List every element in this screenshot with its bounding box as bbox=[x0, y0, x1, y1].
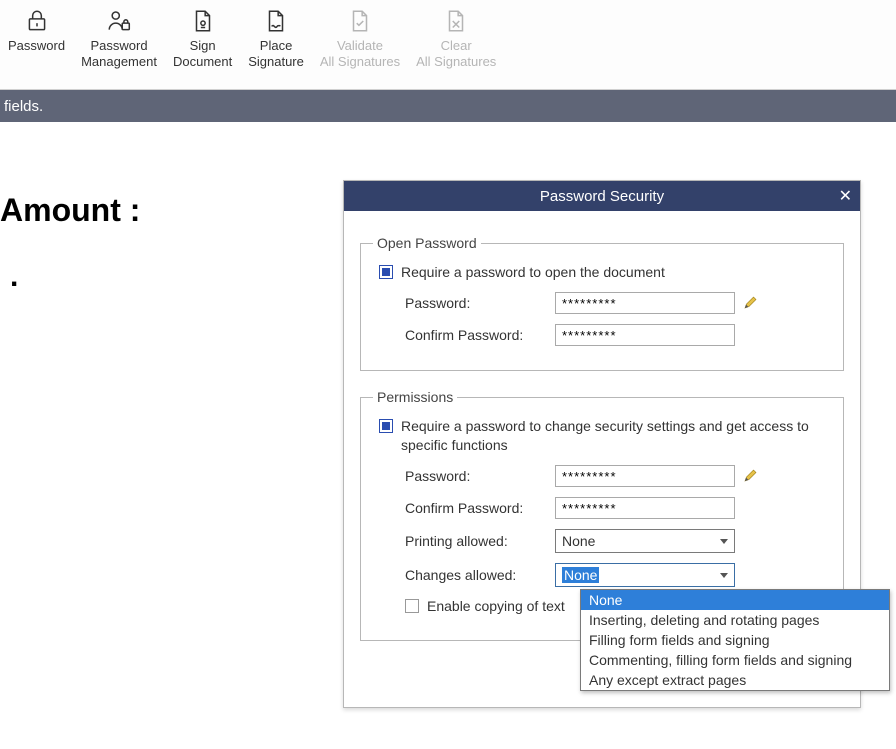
perm-confirm-row: Confirm Password: bbox=[405, 497, 831, 519]
permissions-legend: Permissions bbox=[373, 389, 457, 405]
perm-confirm-input[interactable] bbox=[555, 497, 735, 519]
lock-icon bbox=[21, 6, 53, 36]
ribbon-item-place-signature[interactable]: Place Signature bbox=[240, 6, 312, 70]
edit-pencil-icon[interactable] bbox=[743, 468, 759, 484]
require-open-password-row[interactable]: Require a password to open the document bbox=[379, 263, 831, 282]
perm-password-input[interactable] bbox=[555, 465, 735, 487]
ribbon-item-validate-all: Validate All Signatures bbox=[312, 6, 408, 70]
perm-password-row: Password: bbox=[405, 465, 831, 487]
ribbon-toolbar: Password Password Management Sign Docume… bbox=[0, 0, 896, 90]
ribbon-item-sign-document[interactable]: Sign Document bbox=[165, 6, 240, 70]
require-perm-password-label: Require a password to change security se… bbox=[401, 417, 831, 455]
open-password-group: Open Password Require a password to open… bbox=[360, 235, 844, 371]
dropdown-option[interactable]: Any except extract pages bbox=[581, 670, 889, 690]
dropdown-option[interactable]: Inserting, deleting and rotating pages bbox=[581, 610, 889, 630]
open-password-label: Password: bbox=[405, 295, 555, 311]
ribbon-item-password-management[interactable]: Password Management bbox=[73, 6, 165, 70]
info-bar: fields. bbox=[0, 90, 896, 122]
info-bar-text: fields. bbox=[4, 98, 43, 115]
ribbon-label: Clear All Signatures bbox=[416, 38, 496, 70]
open-password-row: Password: bbox=[405, 292, 831, 314]
perm-confirm-label: Confirm Password: bbox=[405, 500, 555, 516]
changes-allowed-label: Changes allowed: bbox=[405, 567, 555, 583]
open-confirm-label: Confirm Password: bbox=[405, 327, 555, 343]
dropdown-option[interactable]: Commenting, filling form fields and sign… bbox=[581, 650, 889, 670]
amount-label: Amount : bbox=[0, 192, 140, 229]
open-password-input[interactable] bbox=[555, 292, 735, 314]
doc-sig-icon bbox=[260, 6, 292, 36]
close-icon[interactable]: ✕ bbox=[839, 186, 852, 206]
chevron-down-icon bbox=[720, 539, 728, 544]
ribbon-label: Place Signature bbox=[248, 38, 304, 70]
ribbon-label: Validate All Signatures bbox=[320, 38, 400, 70]
checkbox-icon[interactable] bbox=[379, 419, 393, 433]
doc-clear-icon bbox=[440, 6, 472, 36]
changes-allowed-dropdown[interactable]: None Inserting, deleting and rotating pa… bbox=[580, 589, 890, 691]
doc-pen-icon bbox=[187, 6, 219, 36]
chevron-down-icon bbox=[720, 573, 728, 578]
open-password-legend: Open Password bbox=[373, 235, 481, 251]
changes-allowed-select[interactable]: None bbox=[555, 563, 735, 587]
printing-allowed-select[interactable]: None bbox=[555, 529, 735, 553]
bullet-mark: . bbox=[10, 260, 18, 294]
person-lock-icon bbox=[103, 6, 135, 36]
dropdown-option[interactable]: None bbox=[581, 590, 889, 610]
dropdown-option[interactable]: Filling form fields and signing bbox=[581, 630, 889, 650]
ribbon-item-password[interactable]: Password bbox=[0, 6, 73, 54]
changes-allowed-value: None bbox=[562, 567, 599, 583]
changes-allowed-row: Changes allowed: None bbox=[405, 563, 831, 587]
open-confirm-input[interactable] bbox=[555, 324, 735, 346]
checkbox-icon[interactable] bbox=[379, 265, 393, 279]
edit-pencil-icon[interactable] bbox=[743, 295, 759, 311]
require-perm-password-row[interactable]: Require a password to change security se… bbox=[379, 417, 831, 455]
checkbox-icon[interactable] bbox=[405, 599, 419, 613]
ribbon-label: Sign Document bbox=[173, 38, 232, 70]
dialog-title-text: Password Security bbox=[540, 188, 664, 205]
open-confirm-row: Confirm Password: bbox=[405, 324, 831, 346]
printing-allowed-value: None bbox=[562, 533, 595, 549]
perm-password-label: Password: bbox=[405, 468, 555, 484]
ribbon-label: Password bbox=[8, 38, 65, 54]
dialog-titlebar: Password Security ✕ bbox=[344, 181, 860, 211]
ribbon-item-clear-all: Clear All Signatures bbox=[408, 6, 504, 70]
printing-allowed-label: Printing allowed: bbox=[405, 533, 555, 549]
doc-check-icon bbox=[344, 6, 376, 36]
printing-allowed-row: Printing allowed: None bbox=[405, 529, 831, 553]
require-open-password-label: Require a password to open the document bbox=[401, 263, 831, 282]
ribbon-label: Password Management bbox=[81, 38, 157, 70]
